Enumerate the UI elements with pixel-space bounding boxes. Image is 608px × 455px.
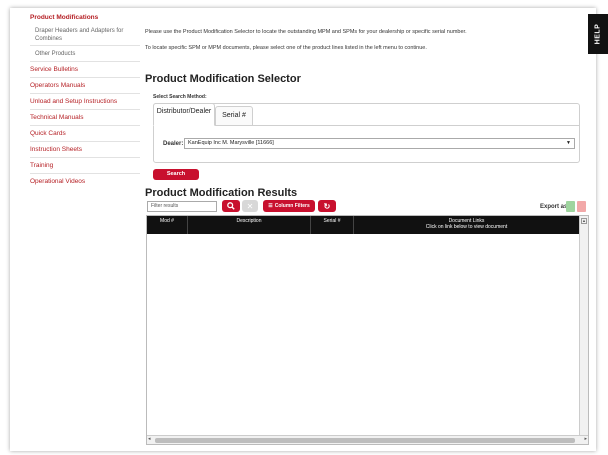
results-title: Product Modification Results [145,187,298,199]
tab-divider [253,125,580,126]
dealer-label: Dealer: [163,141,184,147]
tab-serial[interactable]: Serial # [215,106,253,126]
col-serial[interactable]: Serial # [311,216,354,234]
column-filters-button[interactable]: ☰ Column Filters [263,200,315,212]
horizontal-scrollbar[interactable]: ◂ ▸ [147,435,588,444]
scroll-thumb[interactable] [155,438,575,443]
filter-results-input[interactable]: Filter results [147,201,217,212]
search-icon [227,202,235,210]
intro-text-1: Please use the Product Modification Sele… [145,29,467,35]
sidebar-subitem-other-products[interactable]: Other Products [30,46,140,62]
column-filters-label: Column Filters [274,203,310,209]
sidebar-item-quick-cards[interactable]: Quick Cards [30,126,140,142]
export-label: Export as: [540,204,570,210]
sidebar-item-instruction-sheets[interactable]: Instruction Sheets [30,142,140,158]
excel-export-icon[interactable] [566,201,575,212]
search-button[interactable]: Search [153,169,199,180]
refresh-button[interactable]: ↻ [318,200,336,212]
filter-search-button[interactable] [222,200,240,212]
scroll-right-icon[interactable]: ▸ [584,436,587,442]
list-icon: ☰ [268,203,273,209]
vertical-scrollbar[interactable]: ▲ [579,216,588,436]
sidebar-item-service-bulletins[interactable]: Service Bulletins [30,62,140,78]
chevron-down-icon: ▼ [566,140,571,146]
help-label: HELP [594,23,602,45]
sidebar-item-operational-videos[interactable]: Operational Videos [30,174,140,190]
search-method-label: Select Search Method: [153,94,207,100]
selector-title: Product Modification Selector [145,73,301,85]
help-tab[interactable]: HELP [588,14,608,54]
dealer-value: KanEquip Inc M. Marysville [11666] [188,140,274,146]
sidebar-item-technical-manuals[interactable]: Technical Manuals [30,110,140,126]
col-description[interactable]: Description [188,216,311,234]
sidebar-subitem-draper-headers[interactable]: Draper Headers and Adapters for Combines [30,24,140,46]
sidebar-item-operators-manuals[interactable]: Operators Manuals [30,78,140,94]
sidebar-item-training[interactable]: Training [30,158,140,174]
scroll-left-icon[interactable]: ◂ [148,436,151,442]
results-table: Mod # Description Serial # Document Link… [146,215,589,445]
tab-distributor-dealer[interactable]: Distributor/Dealer [153,103,215,126]
sidebar-item-unload-setup[interactable]: Unload and Setup Instructions [30,94,140,110]
clear-filter-button[interactable]: ✕ [242,200,258,212]
scroll-up-icon[interactable]: ▲ [581,218,587,224]
dealer-select[interactable]: KanEquip Inc M. Marysville [11666] ▼ [184,138,575,149]
refresh-icon: ↻ [323,201,331,211]
close-icon: ✕ [246,201,254,211]
sidebar-item-product-modifications[interactable]: Product Modifications [30,12,140,24]
pdf-export-icon[interactable] [577,201,586,212]
col-document-links[interactable]: Document Links Click on link below to vi… [354,216,579,234]
intro-text-2: To locate specific SPM or MPM documents,… [145,45,427,51]
sidebar-nav: Product Modifications Draper Headers and… [30,12,140,190]
table-header: Mod # Description Serial # Document Link… [147,216,579,234]
col-mod[interactable]: Mod # [147,216,188,234]
